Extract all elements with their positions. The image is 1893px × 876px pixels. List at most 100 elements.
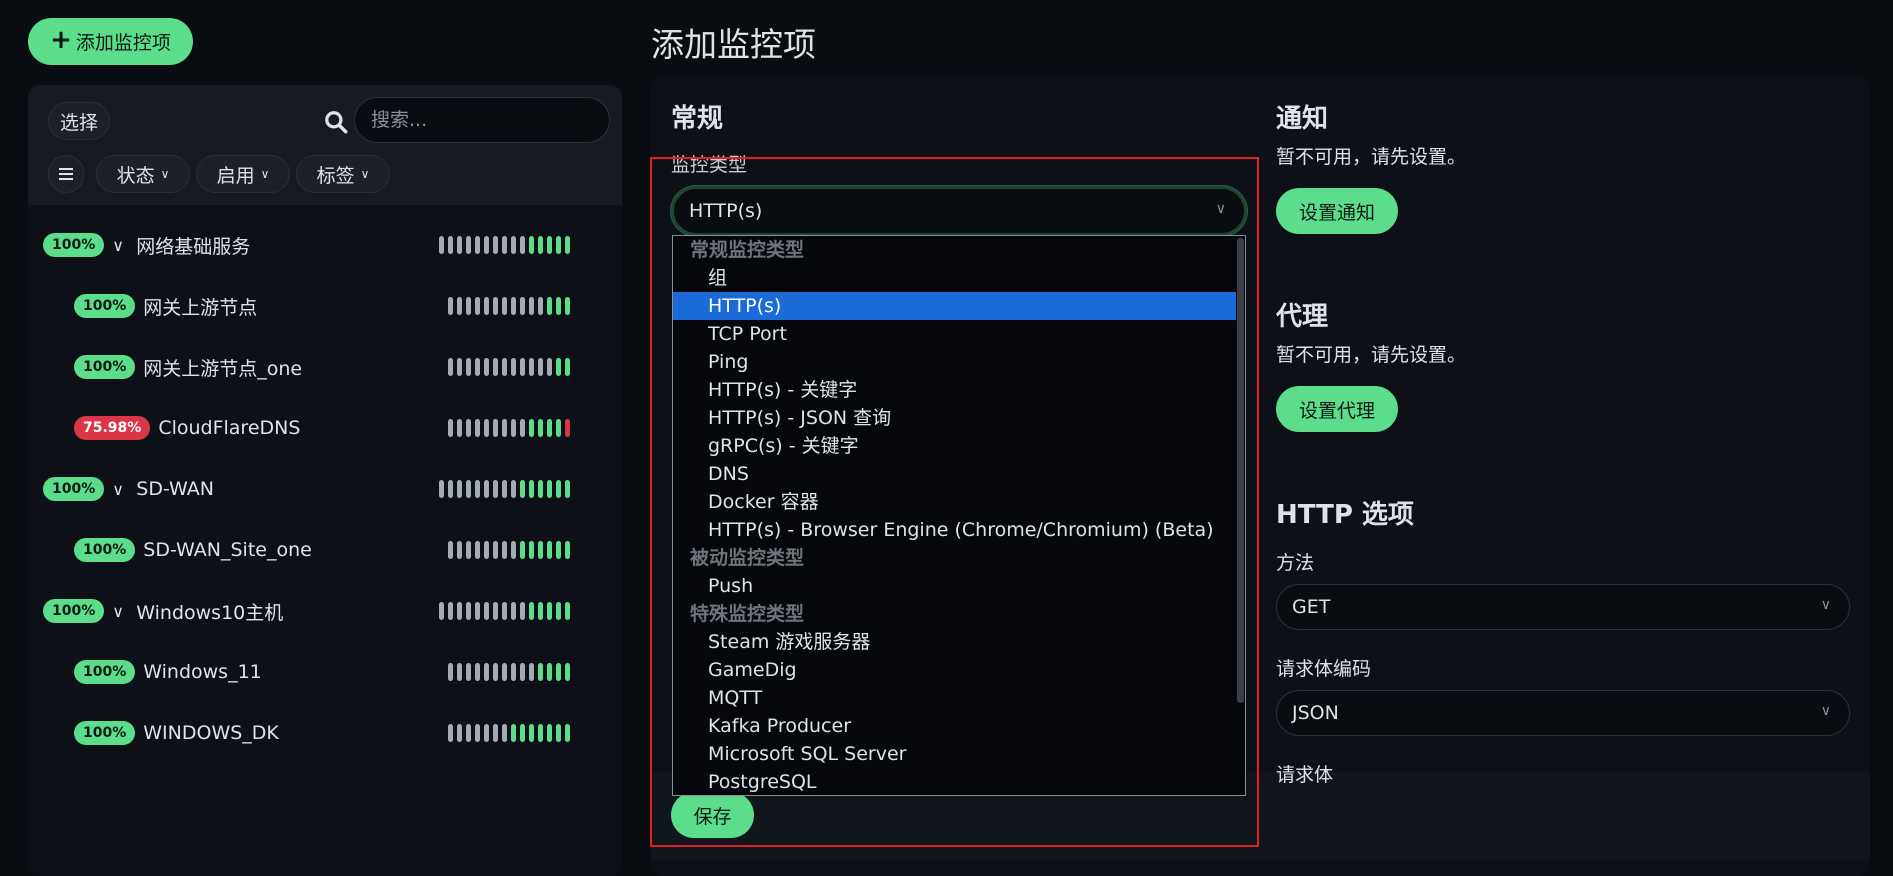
- heartbeat: [556, 663, 561, 681]
- setup-proxy-label: 设置代理: [1298, 399, 1375, 422]
- monitor-item[interactable]: 100% SD-WAN_Site_one: [74, 530, 312, 570]
- heartbeat-bar: [448, 358, 570, 376]
- option-group-label: 常规监控类型: [690, 239, 805, 261]
- monitor-group-item[interactable]: 100% ∨ 网络基础服务: [43, 225, 250, 265]
- monitor-name: CloudFlareDNS: [158, 417, 301, 439]
- heartbeat: [529, 602, 534, 620]
- heartbeat: [439, 236, 444, 254]
- heartbeat: [520, 663, 525, 681]
- heartbeat: [502, 663, 507, 681]
- method-select[interactable]: GET ∨: [1276, 584, 1850, 630]
- chevron-down-icon[interactable]: ∨: [112, 480, 128, 499]
- monitor-type-option[interactable]: HTTP(s) - Browser Engine (Chrome/Chromiu…: [673, 516, 1236, 544]
- tags-filter-dropdown[interactable]: 标签 ∨: [296, 155, 390, 193]
- monitor-type-option-selected[interactable]: HTTP(s): [673, 292, 1236, 320]
- monitor-type-option[interactable]: DNS: [673, 460, 1236, 488]
- monitor-type-option[interactable]: Kafka Producer: [673, 712, 1236, 740]
- monitor-item[interactable]: 100% 网关上游节点: [74, 286, 257, 326]
- monitor-name: SD-WAN_Site_one: [143, 539, 312, 561]
- body-encoding-select[interactable]: JSON ∨: [1276, 690, 1850, 736]
- monitor-type-dropdown-list[interactable]: 常规监控类型 组 HTTP(s) TCP Port Ping HTTP(s) -…: [672, 235, 1246, 796]
- page-title: 添加监控项: [651, 25, 816, 64]
- heartbeat: [538, 724, 543, 742]
- heartbeat: [547, 236, 552, 254]
- method-label: 方法: [1276, 552, 1315, 574]
- heartbeat: [511, 358, 516, 376]
- heartbeat: [529, 663, 534, 681]
- add-monitor-button[interactable]: + 添加监控项: [28, 18, 193, 65]
- monitor-item[interactable]: 100% WINDOWS_DK: [74, 713, 279, 753]
- save-button[interactable]: 保存: [671, 792, 754, 838]
- heartbeat: [475, 602, 480, 620]
- monitor-type-option[interactable]: Docker 容器: [673, 488, 1236, 516]
- monitor-item[interactable]: 100% Windows_11: [74, 652, 262, 692]
- notification-unavailable-text: 暂不可用，请先设置。: [1276, 146, 1467, 168]
- status-filter-dropdown[interactable]: 状态 ∨: [96, 155, 190, 193]
- heartbeat: [511, 541, 516, 559]
- heartbeat: [565, 297, 570, 315]
- monitor-item[interactable]: 75.98% CloudFlareDNS: [74, 408, 300, 448]
- monitor-type-option[interactable]: HTTP(s) - JSON 查询: [673, 404, 1236, 432]
- active-filter-label: 启用: [216, 164, 255, 187]
- heartbeat: [556, 297, 561, 315]
- monitor-type-option[interactable]: GameDig: [673, 656, 1236, 684]
- monitor-type-option[interactable]: 组: [673, 264, 1236, 292]
- heartbeat: [556, 724, 561, 742]
- heartbeat: [457, 419, 462, 437]
- monitor-group-item[interactable]: 100% ∨ Windows10主机: [43, 591, 283, 631]
- monitor-type-option[interactable]: PostgreSQL: [673, 768, 1236, 795]
- monitor-group-item[interactable]: 100% ∨ SD-WAN: [43, 469, 214, 509]
- monitor-type-select[interactable]: HTTP(s) ∨: [671, 186, 1247, 236]
- list-toggle-button[interactable]: [48, 155, 84, 193]
- uptime-badge: 100%: [74, 721, 136, 745]
- monitor-type-option[interactable]: Ping: [673, 348, 1236, 376]
- monitor-type-option[interactable]: gRPC(s) - 关键字: [673, 432, 1236, 460]
- dropdown-scrollbar[interactable]: [1237, 238, 1244, 703]
- heartbeat: [466, 480, 471, 498]
- heartbeat: [484, 663, 489, 681]
- heartbeat: [457, 297, 462, 315]
- heartbeat: [538, 602, 543, 620]
- search-input[interactable]: [354, 97, 610, 143]
- setup-notification-label: 设置通知: [1298, 201, 1375, 224]
- setup-proxy-button[interactable]: 设置代理: [1276, 386, 1398, 432]
- method-value: GET: [1292, 596, 1331, 618]
- heartbeat: [502, 297, 507, 315]
- monitor-type-option[interactable]: MQTT: [673, 684, 1236, 712]
- monitor-type-option[interactable]: Microsoft SQL Server: [673, 740, 1236, 768]
- setup-notification-button[interactable]: 设置通知: [1276, 188, 1398, 234]
- heartbeat: [520, 602, 525, 620]
- chevron-down-icon[interactable]: ∨: [112, 236, 128, 255]
- heartbeat: [493, 297, 498, 315]
- search-icon: [325, 111, 348, 134]
- heartbeat: [484, 724, 489, 742]
- heartbeat: [511, 663, 516, 681]
- add-monitor-label: 添加监控项: [75, 32, 171, 54]
- heartbeat: [511, 480, 516, 498]
- monitor-type-option[interactable]: Push: [673, 572, 1236, 600]
- heartbeat: [511, 602, 516, 620]
- active-filter-dropdown[interactable]: 启用 ∨: [196, 155, 290, 193]
- monitor-item[interactable]: 100% 网关上游节点_one: [74, 347, 302, 387]
- heartbeat: [448, 297, 453, 315]
- chevron-down-icon[interactable]: ∨: [112, 602, 128, 621]
- general-heading: 常规: [671, 104, 724, 134]
- heartbeat: [538, 419, 543, 437]
- uptime-badge: 100%: [74, 294, 136, 318]
- heartbeat: [448, 541, 453, 559]
- heartbeat: [484, 541, 489, 559]
- heartbeat: [475, 236, 480, 254]
- heartbeat: [493, 236, 498, 254]
- heartbeat: [565, 663, 570, 681]
- heartbeat: [529, 236, 534, 254]
- monitor-type-option[interactable]: HTTP(s) - 关键字: [673, 376, 1236, 404]
- monitor-type-option[interactable]: TCP Port: [673, 320, 1236, 348]
- monitor-type-option[interactable]: Steam 游戏服务器: [673, 628, 1236, 656]
- heartbeat: [565, 236, 570, 254]
- body-encoding-label: 请求体编码: [1276, 658, 1372, 680]
- tags-filter-label: 标签: [316, 164, 355, 187]
- heartbeat: [502, 419, 507, 437]
- monitor-name: Windows10主机: [136, 601, 284, 624]
- heartbeat: [466, 419, 471, 437]
- select-button[interactable]: 选择: [48, 102, 110, 140]
